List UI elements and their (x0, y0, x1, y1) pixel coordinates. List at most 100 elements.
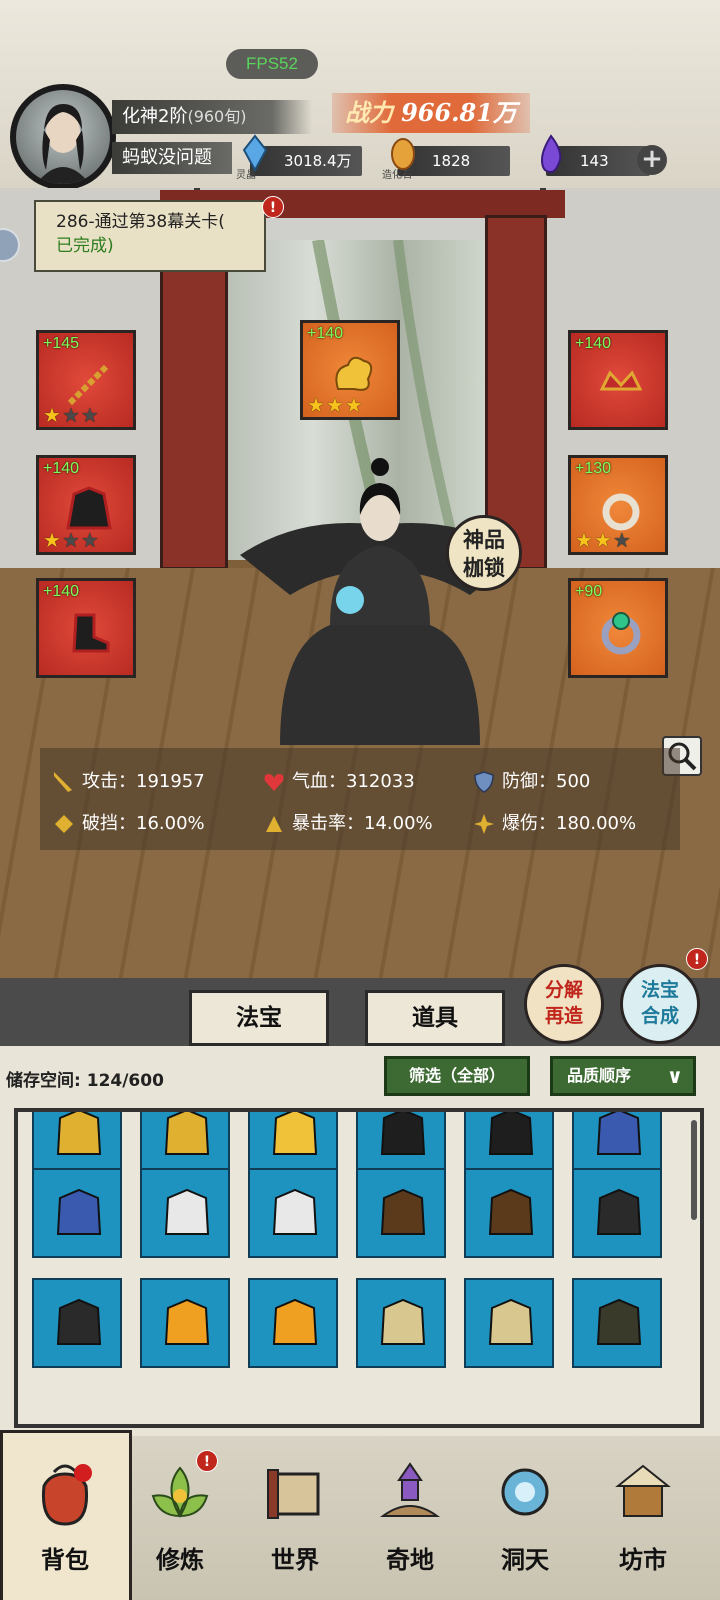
inventory-item[interactable] (32, 1168, 122, 1258)
inventory-item[interactable] (140, 1168, 230, 1258)
inventory-scrollbar[interactable] (691, 1120, 697, 1220)
equip-level: +130 (575, 460, 612, 477)
stat-label: 爆伤： (502, 813, 556, 834)
market-icon (615, 1464, 671, 1517)
portal-icon (501, 1468, 549, 1516)
chain-weapon-icon (67, 362, 111, 406)
equip-slot-crown[interactable]: +140 (568, 330, 668, 430)
crit-icon (266, 816, 282, 832)
stat-value: 500 (556, 771, 591, 792)
stat-value: 312033 (346, 771, 415, 792)
brown-robe-icon (488, 1188, 534, 1235)
synth-line1: 法宝 (640, 979, 679, 1001)
realm-name: 化神2阶 (122, 106, 188, 127)
nav-label: 背包 (41, 1545, 89, 1574)
nav-label: 坊市 (619, 1545, 667, 1574)
equip-slot-pendant[interactable]: +130 ★★★ (568, 455, 668, 555)
equip-level: +140 (43, 583, 80, 600)
inventory-item[interactable] (464, 1278, 554, 1368)
decompose-line1: 分解 (544, 979, 583, 1001)
equip-level: +90 (575, 583, 603, 600)
decompose-button[interactable]: 分解 再造 (524, 964, 604, 1044)
filter-button[interactable]: 筛选（全部） (384, 1056, 530, 1096)
tab-items[interactable]: 道具 (365, 990, 505, 1046)
stat-value: 180.00% (556, 813, 637, 834)
nav-label: 奇地 (386, 1545, 434, 1574)
inventory-item[interactable] (572, 1168, 662, 1258)
nav-label: 世界 (271, 1545, 319, 1574)
tab-treasure[interactable]: 法宝 (189, 990, 329, 1046)
star-rating: ★★★ (575, 528, 632, 552)
star-rating: ★★★ (307, 393, 364, 417)
golden-cloud-icon (335, 356, 373, 391)
equip-slot-head[interactable]: +140 ★★★ (300, 320, 400, 420)
nav-cave[interactable]: 洞天 (470, 1450, 580, 1590)
inventory-item[interactable] (248, 1278, 338, 1368)
inventory-item[interactable] (140, 1278, 230, 1368)
crown-ornament-icon (599, 370, 643, 391)
resource-value: 3018.4万 (284, 152, 352, 170)
sort-dropdown[interactable]: 品质顺序 ∨ (550, 1056, 696, 1096)
equip-level: +140 (307, 325, 344, 342)
crit-damage-icon (474, 814, 494, 834)
equip-slot-ring[interactable]: +90 (568, 578, 668, 678)
inventory-item[interactable] (572, 1278, 662, 1368)
stat-label: 攻击： (82, 771, 136, 792)
break-icon (55, 815, 73, 833)
set-bonus-button[interactable]: 神品 枷锁 (446, 515, 522, 591)
player-name: 蚂蚁没问题 (112, 142, 232, 174)
avatar-portrait-icon (36, 104, 90, 184)
blue-robe-icon (56, 1188, 102, 1235)
robe-armor-icon (66, 486, 112, 530)
scroll-map-icon (267, 1469, 320, 1519)
treasure-synth-button[interactable]: 法宝 合成 (620, 964, 700, 1044)
stat-value: 191957 (136, 771, 205, 792)
nav-label: 洞天 (501, 1545, 549, 1574)
inventory-item[interactable] (32, 1278, 122, 1368)
phoenix-crown-icon (272, 1298, 318, 1345)
robe-armor-icon (380, 1112, 426, 1155)
blue-robe-icon (596, 1112, 642, 1155)
chevron-down-icon: ∨ (666, 1064, 683, 1088)
resource-name: 灵晶 (236, 170, 256, 181)
inventory-item[interactable] (356, 1278, 446, 1368)
add-resource-button[interactable]: + (637, 145, 667, 175)
bag-notification-dot (74, 1464, 92, 1482)
nav-market[interactable]: 坊市 (588, 1450, 698, 1590)
realm-label: 化神2阶(960旬) (112, 100, 312, 134)
stat-break: 破挡：16.00% (52, 812, 205, 836)
chain-weapon-icon (56, 1112, 102, 1155)
bracer-icon (596, 1188, 642, 1235)
equip-slot-weapon[interactable]: +145 ★★★ (36, 330, 136, 430)
equip-slot-armor[interactable]: +140 ★★★ (36, 455, 136, 555)
nav-world[interactable]: 世界 (240, 1450, 350, 1590)
stat-label: 破挡： (82, 813, 136, 834)
heart-icon (264, 774, 284, 791)
inventory-item[interactable] (248, 1168, 338, 1258)
dagger-icon (596, 1298, 642, 1345)
set-line1: 神品 (463, 527, 505, 552)
inventory-item[interactable] (464, 1168, 554, 1258)
storage-value: 124/600 (86, 1071, 164, 1091)
inventory-item[interactable] (356, 1168, 446, 1258)
stat-value: 14.00% (364, 813, 433, 834)
shield-icon (474, 771, 494, 793)
pagoda-icon (379, 1462, 441, 1517)
sort-label: 品质顺序 (567, 1066, 632, 1085)
stat-defense: 防御：500 (472, 770, 590, 794)
nav-bag[interactable]: 背包 (10, 1450, 120, 1590)
nav-cultivate[interactable]: 修炼 (125, 1450, 235, 1590)
stat-label: 防御： (502, 771, 556, 792)
quest-banner[interactable]: 286-通过第38幕关卡( 已完成) (34, 200, 266, 272)
emerald-ring-icon (601, 612, 641, 655)
nav-wonderland[interactable]: 奇地 (355, 1450, 465, 1590)
jade-pendant-icon (602, 493, 640, 531)
stat-hp: 气血：312033 (262, 770, 415, 794)
purple-flame-icon (540, 134, 562, 174)
star-rating: ★★★ (43, 528, 100, 552)
avatar[interactable] (10, 84, 116, 190)
stat-crit-damage: 爆伤：180.00% (472, 812, 636, 836)
inventory-grid[interactable] (14, 1108, 704, 1428)
stat-attack: 攻击：191957 (52, 770, 205, 794)
equip-slot-boots[interactable]: +140 (36, 578, 136, 678)
